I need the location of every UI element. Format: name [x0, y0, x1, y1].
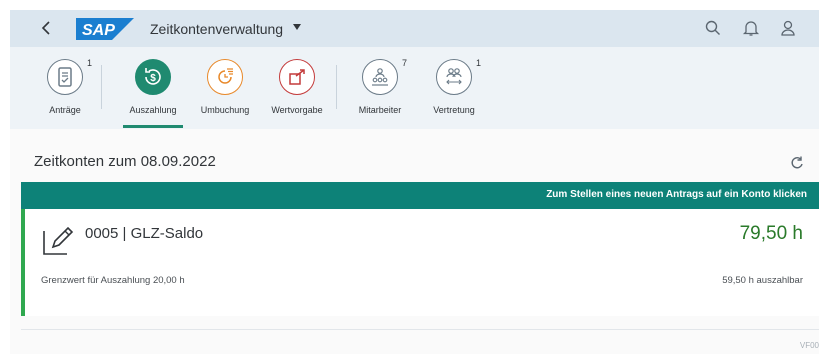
- sap-logo[interactable]: SAP: [76, 18, 134, 40]
- time-list-icon: [218, 68, 233, 84]
- page-title: Zeitkonten zum 08.09.2022: [34, 153, 216, 170]
- money-clock-icon: $: [145, 68, 161, 85]
- tab-label: Vertretung: [433, 105, 475, 115]
- document-check-icon: [58, 67, 72, 87]
- tab-label: Wertvorgabe: [271, 105, 323, 115]
- icon-tab-bar: 1 Anträge $ Auszahlung Umbuchung Wertvor…: [10, 47, 819, 130]
- shell-bar: SAP Zeitkontenverwaltung: [10, 10, 819, 47]
- tab-label: Mitarbeiter: [358, 105, 402, 115]
- tab-wertvorgabe-circle: [279, 59, 315, 95]
- payout-threshold: Grenzwert für Auszahlung 20,00 h: [41, 275, 185, 286]
- tab-count: 7: [402, 58, 408, 68]
- account-card[interactable]: 0005 | GLZ-Saldo 79,50 h Grenzwert für A…: [21, 209, 819, 316]
- account-balance: 79,50 h: [739, 223, 803, 244]
- tab-label: Anträge: [49, 105, 81, 115]
- app-frame: SAP Zeitkontenverwaltung 1 Anträge $ Aus…: [10, 10, 819, 354]
- app-title[interactable]: Zeitkontenverwaltung: [150, 21, 283, 37]
- tab-mitarbeiter[interactable]: 7 Mitarbeiter: [344, 47, 416, 129]
- chevron-down-icon[interactable]: [292, 23, 302, 31]
- bell-icon[interactable]: [742, 19, 760, 37]
- tab-antraege-circle: [47, 59, 83, 95]
- tab-count: 1: [87, 58, 93, 68]
- tab-vertretung[interactable]: 1 Vertretung: [418, 47, 490, 129]
- hint-text: Zum Stellen eines neuen Antrags auf ein …: [546, 189, 807, 200]
- back-icon[interactable]: [37, 18, 57, 38]
- tab-separator: [101, 65, 102, 109]
- tab-indicator: [123, 125, 183, 128]
- payable-amount: 59,50 h auszahlbar: [722, 275, 803, 286]
- tab-count: 1: [476, 58, 482, 68]
- tab-mitarbeiter-circle: [362, 59, 398, 95]
- account-title: 0005 | GLZ-Saldo: [85, 225, 204, 242]
- search-icon[interactable]: [704, 19, 722, 37]
- hint-bar: Zum Stellen eines neuen Antrags auf ein …: [21, 182, 819, 209]
- tab-auszahlung-circle: $: [135, 59, 171, 95]
- content-area: Zeitkonten zum 08.09.2022 Zum Stellen ei…: [10, 129, 819, 354]
- user-icon[interactable]: [779, 19, 797, 37]
- refresh-icon[interactable]: [789, 155, 805, 171]
- tab-umbuchung-circle: [207, 59, 243, 95]
- svg-text:$: $: [150, 73, 156, 84]
- tab-auszahlung[interactable]: $ Auszahlung: [117, 47, 189, 129]
- edit-icon: [43, 226, 74, 255]
- tab-wertvorgabe[interactable]: Wertvorgabe: [261, 47, 333, 129]
- substitute-icon: [446, 68, 462, 85]
- divider: [21, 329, 819, 330]
- box-arrow-icon: [289, 69, 305, 85]
- tab-vertretung-circle: [436, 59, 472, 95]
- footer-code: VF00: [799, 341, 819, 350]
- tab-label: Umbuchung: [200, 105, 250, 115]
- tab-antraege[interactable]: 1 Anträge: [29, 47, 101, 129]
- tab-umbuchung[interactable]: Umbuchung: [189, 47, 261, 129]
- sap-logo-text: SAP: [82, 22, 115, 39]
- tab-label: Auszahlung: [129, 105, 177, 115]
- employees-icon: [372, 68, 388, 86]
- tab-separator: [336, 65, 337, 109]
